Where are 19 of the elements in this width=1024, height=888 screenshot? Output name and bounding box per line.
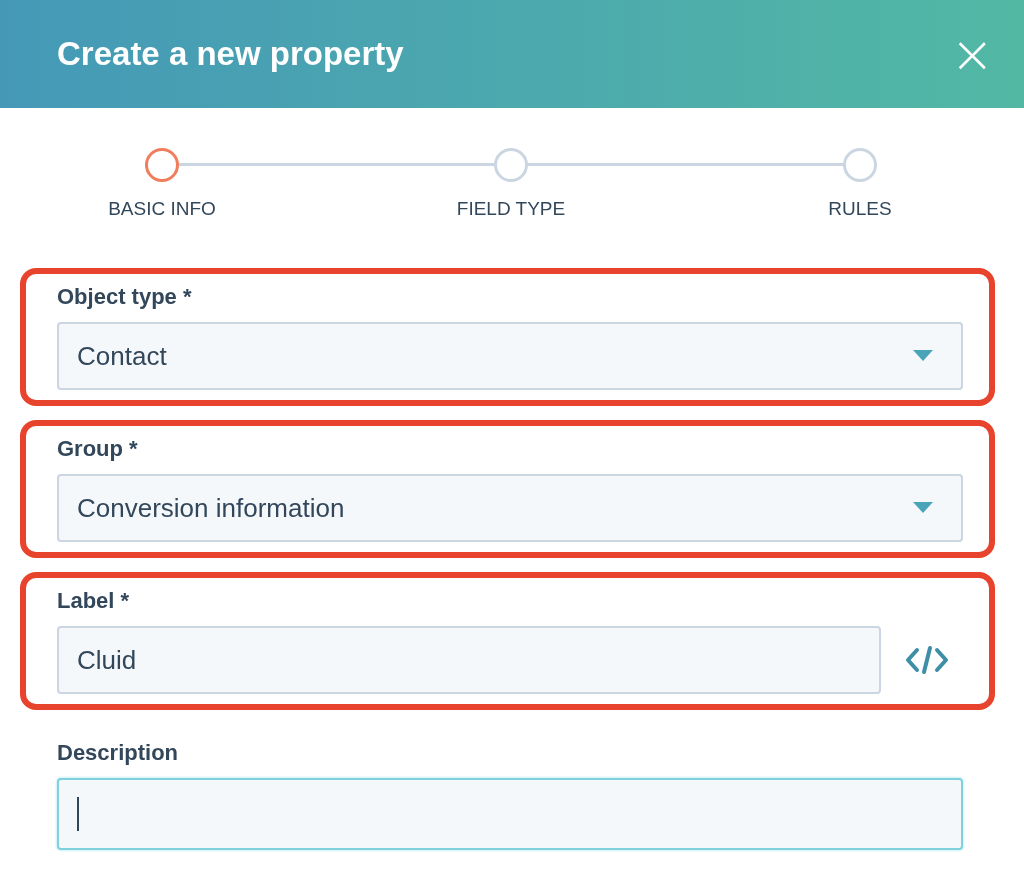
- caret-icon: [913, 350, 933, 362]
- caret-icon: [913, 502, 933, 514]
- dropdown-field[interactable]: Contact: [57, 322, 963, 390]
- step-circle[interactable]: [494, 148, 528, 182]
- code-icon[interactable]: [905, 645, 949, 675]
- field-label: Description: [57, 740, 180, 766]
- step-label: RULES: [828, 198, 892, 220]
- dialog-title: Create a new property: [57, 35, 404, 73]
- step-label: FIELD TYPE: [456, 198, 566, 220]
- step-label: BASIC INFO: [108, 198, 216, 220]
- field-label: Group *: [57, 436, 139, 462]
- input-field[interactable]: [57, 778, 963, 850]
- dropdown-field[interactable]: Conversion information: [57, 474, 963, 542]
- input-field[interactable]: Cluid: [57, 626, 881, 694]
- field-label: Label *: [57, 588, 131, 614]
- step-circle[interactable]: [145, 148, 179, 182]
- field-label: Object type *: [57, 284, 193, 310]
- step-circle[interactable]: [843, 148, 877, 182]
- text-cursor: [77, 797, 79, 831]
